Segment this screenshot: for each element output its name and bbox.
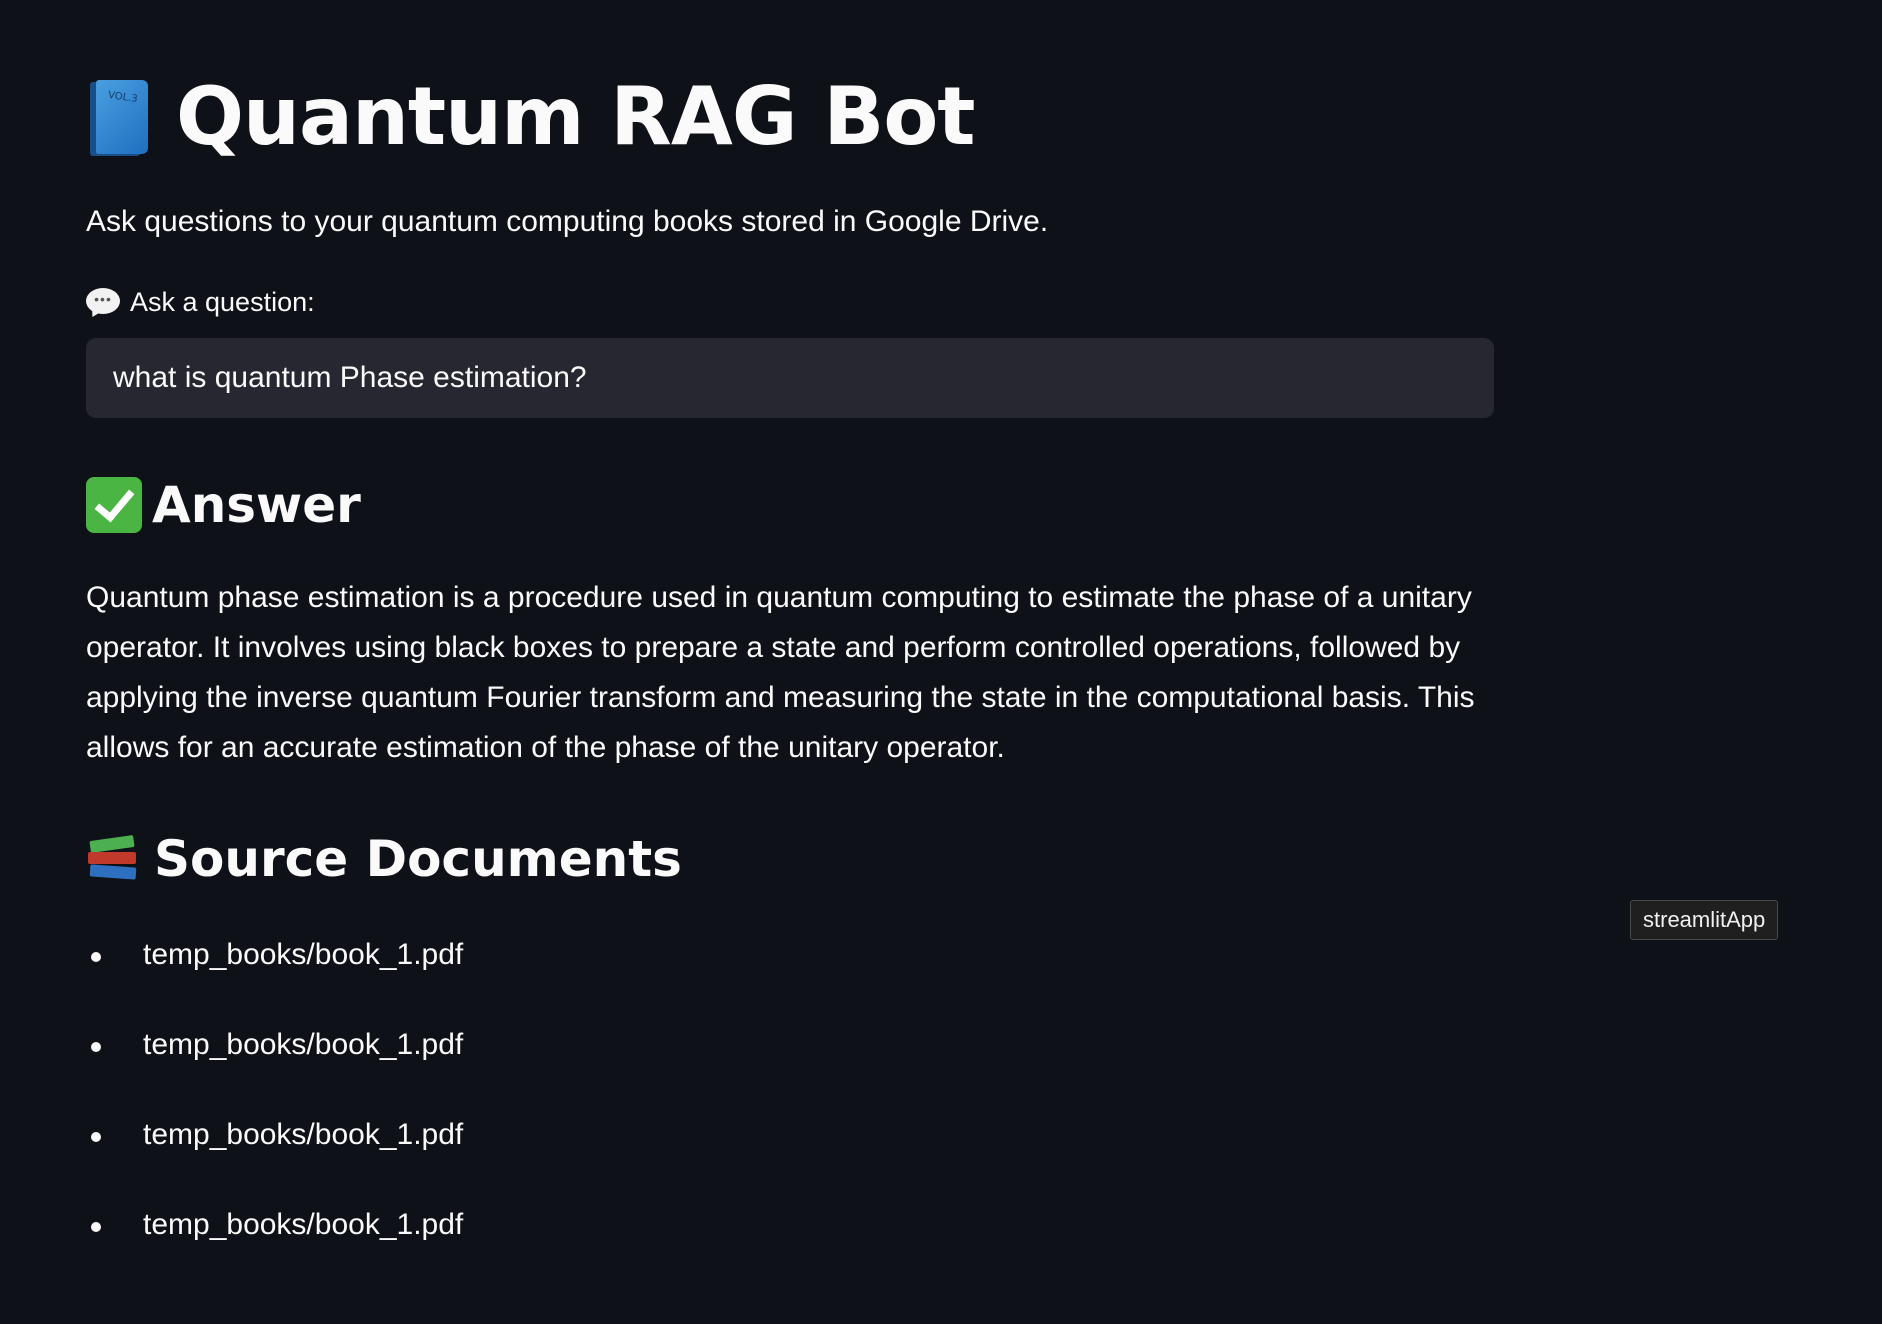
list-item: temp_books/book_1.pdf bbox=[86, 930, 463, 1020]
answer-heading-text: Answer bbox=[152, 476, 361, 534]
answer-heading: Answer bbox=[86, 476, 361, 534]
list-item: temp_books/book_1.pdf bbox=[86, 1110, 463, 1200]
speech-bubble-icon: ••• bbox=[86, 287, 120, 320]
question-label-text: Ask a question: bbox=[130, 287, 315, 317]
window-tooltip: streamlitApp bbox=[1630, 900, 1779, 940]
page-header: VOL.3 Quantum RAG Bot bbox=[86, 66, 976, 166]
question-input[interactable] bbox=[86, 338, 1494, 418]
page-title: Quantum RAG Bot bbox=[176, 69, 976, 163]
page-subtitle: Ask questions to your quantum computing … bbox=[86, 205, 1049, 238]
answer-text: Quantum phase estimation is a procedure … bbox=[86, 581, 1475, 764]
question-label: ••• Ask a question: bbox=[86, 287, 315, 320]
blue-book-icon: VOL.3 bbox=[86, 76, 148, 156]
check-mark-icon bbox=[86, 477, 142, 533]
books-icon bbox=[86, 834, 140, 884]
list-item: temp_books/book_1.pdf bbox=[86, 1200, 463, 1290]
source-documents-heading: Source Documents bbox=[86, 830, 682, 888]
source-documents-heading-text: Source Documents bbox=[154, 830, 682, 888]
list-item: temp_books/book_1.pdf bbox=[86, 1020, 463, 1110]
source-documents-list: temp_books/book_1.pdf temp_books/book_1.… bbox=[86, 930, 463, 1290]
